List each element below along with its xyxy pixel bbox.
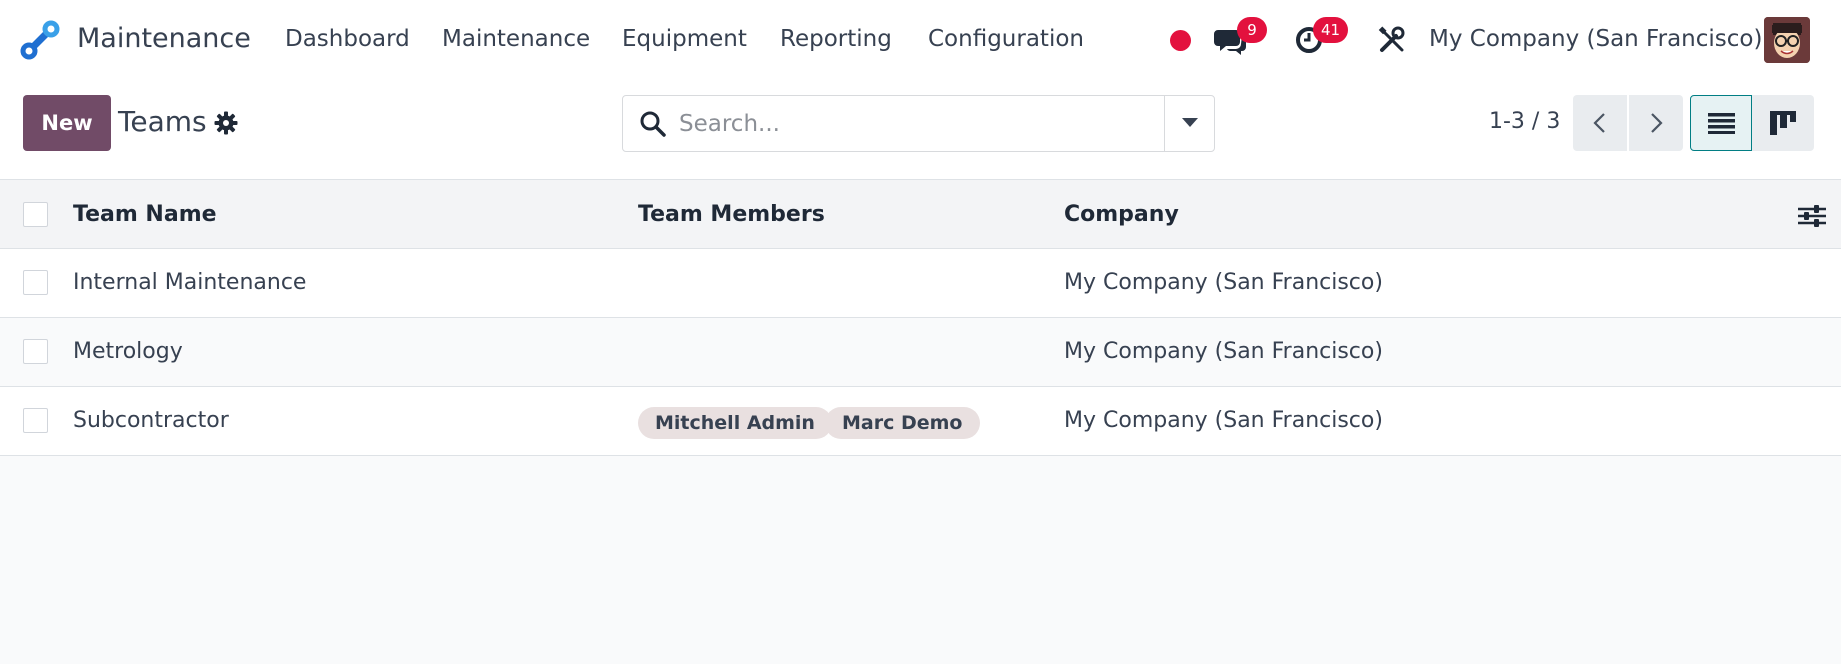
company-switcher[interactable]: My Company (San Francisco): [1429, 26, 1762, 52]
search-input[interactable]: [679, 106, 1179, 142]
new-button[interactable]: New: [23, 95, 111, 151]
column-header-team-members[interactable]: Team Members: [638, 202, 825, 227]
gear-icon[interactable]: [214, 111, 238, 135]
maintenance-app-icon[interactable]: [20, 20, 60, 60]
top-navbar: Maintenance Dashboard Maintenance Equipm…: [0, 0, 1841, 81]
optional-columns-icon[interactable]: [1798, 204, 1826, 228]
chevron-left-icon: [1593, 113, 1605, 133]
team-name-cell: Metrology: [73, 339, 183, 364]
kanban-view-button[interactable]: [1752, 95, 1814, 151]
menu-maintenance[interactable]: Maintenance: [442, 26, 590, 52]
menu-configuration[interactable]: Configuration: [928, 26, 1084, 52]
table-row[interactable]: Subcontractor Mitchell Admin Marc Demo M…: [0, 387, 1841, 456]
menu-equipment[interactable]: Equipment: [622, 26, 747, 52]
team-name-cell: Subcontractor: [73, 408, 229, 433]
company-cell: My Company (San Francisco): [1064, 270, 1383, 295]
pager-value[interactable]: 1-3 / 3: [1489, 109, 1560, 134]
search-bar: [622, 95, 1215, 152]
list-view-button[interactable]: [1690, 95, 1752, 151]
table-header: Team Name Team Members Company: [0, 179, 1841, 249]
search-icon: [640, 111, 666, 137]
recording-indicator[interactable]: [1170, 30, 1191, 51]
select-all-checkbox[interactable]: [23, 202, 48, 227]
column-header-team-name[interactable]: Team Name: [73, 202, 217, 227]
column-header-company[interactable]: Company: [1064, 202, 1179, 227]
pager-previous-button[interactable]: [1573, 95, 1627, 151]
control-panel: New Teams 1-3 / 3: [0, 81, 1841, 179]
table-row[interactable]: Metrology My Company (San Francisco): [0, 318, 1841, 387]
chevron-right-icon: [1651, 113, 1663, 133]
member-tag: Mitchell Admin: [638, 407, 832, 439]
kanban-view-icon: [1770, 111, 1796, 135]
company-cell: My Company (San Francisco): [1064, 408, 1383, 433]
menu-dashboard[interactable]: Dashboard: [285, 26, 410, 52]
page-title: Teams: [118, 105, 207, 138]
messages-badge: 9: [1237, 17, 1267, 43]
row-checkbox[interactable]: [23, 270, 48, 295]
table-row[interactable]: Internal Maintenance My Company (San Fra…: [0, 249, 1841, 318]
row-checkbox[interactable]: [23, 339, 48, 364]
member-tag: Marc Demo: [825, 407, 980, 439]
list-view-icon: [1708, 113, 1735, 134]
pager-next-button[interactable]: [1629, 95, 1683, 151]
activities-badge: 41: [1313, 17, 1349, 43]
menu-reporting[interactable]: Reporting: [780, 26, 892, 52]
row-checkbox[interactable]: [23, 408, 48, 433]
user-avatar[interactable]: [1764, 17, 1810, 63]
search-options-toggle[interactable]: [1164, 96, 1215, 151]
company-cell: My Company (San Francisco): [1064, 339, 1383, 364]
app-name[interactable]: Maintenance: [77, 23, 251, 54]
caret-down-icon: [1182, 118, 1198, 127]
team-name-cell: Internal Maintenance: [73, 270, 307, 295]
tools-icon[interactable]: [1378, 26, 1406, 54]
